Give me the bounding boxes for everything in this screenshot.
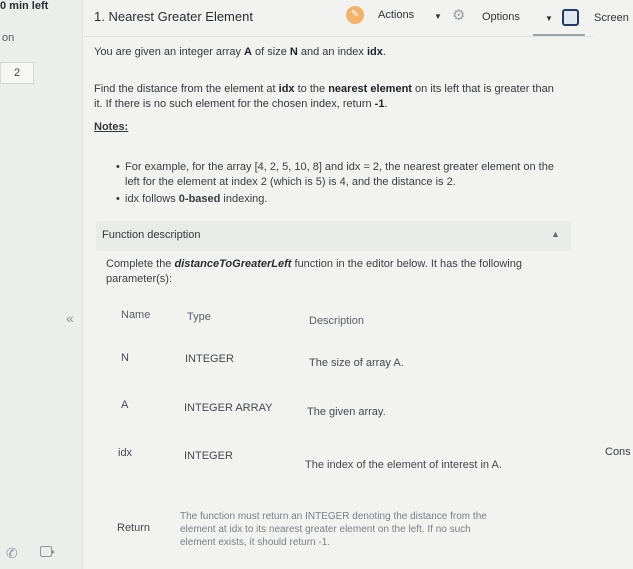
options-caret-icon[interactable]: ▼ xyxy=(545,14,553,23)
table-cell-type: INTEGER xyxy=(185,353,234,365)
problem-title: 1. Nearest Greater Element xyxy=(94,9,253,24)
intro-paragraph: You are given an integer array A of size… xyxy=(94,46,386,58)
table-cell-name: idx xyxy=(118,447,133,459)
notes-heading: Notes: xyxy=(94,121,129,133)
table-cell-name: N xyxy=(121,352,129,364)
header-divider xyxy=(83,36,633,37)
camera-icon[interactable] xyxy=(40,546,55,557)
function-description-header[interactable]: Function description ▲ xyxy=(96,221,571,251)
table-cell-return-description: The function must return an INTEGER deno… xyxy=(180,511,487,548)
table-cell-description: The index of the element of interest in … xyxy=(305,459,502,471)
table-cell-description: The given array. xyxy=(307,406,386,418)
note-item: For example, for the array [4, 2, 5, 10,… xyxy=(116,160,554,190)
table-header-type: Type xyxy=(187,311,211,323)
gear-icon[interactable]: ⚙ xyxy=(452,6,465,24)
options-menu[interactable]: Options xyxy=(482,11,520,23)
function-description-title: Function description xyxy=(102,229,201,241)
chevron-up-icon[interactable]: ▲ xyxy=(551,229,560,239)
function-description-text: Complete the distanceToGreaterLeft funct… xyxy=(106,258,522,285)
right-rail: Screen Cons xyxy=(593,0,633,569)
table-header-description: Description xyxy=(309,315,365,327)
table-cell-type: INTEGER xyxy=(184,450,233,462)
actions-caret-icon[interactable]: ▼ xyxy=(434,12,442,21)
edit-icon[interactable]: ✎ xyxy=(346,6,364,24)
timer: 0 min left xyxy=(0,0,49,12)
screen-share-icon[interactable] xyxy=(562,9,579,26)
rail-label: on xyxy=(2,32,15,44)
table-cell-type: INTEGER ARRAY xyxy=(184,402,273,414)
left-rail: 0 min left on 2 « ✆ xyxy=(0,0,83,569)
console-tab[interactable]: Cons xyxy=(605,446,631,458)
problem-panel: 1. Nearest Greater Element ✎ Actions ▼ ⚙… xyxy=(83,0,633,569)
actions-menu[interactable]: Actions xyxy=(378,9,414,21)
collapse-panel-icon[interactable]: « xyxy=(66,310,74,326)
table-cell-name: A xyxy=(121,399,129,411)
phone-icon[interactable]: ✆ xyxy=(6,545,18,562)
screen-label[interactable]: Screen xyxy=(594,12,629,24)
table-cell-description: The size of array A. xyxy=(309,357,404,369)
table-header-name: Name xyxy=(121,309,151,321)
task-paragraph: Find the distance from the element at id… xyxy=(94,83,554,110)
table-cell-return-label: Return xyxy=(117,522,151,534)
note-item: idx follows 0-based indexing. xyxy=(116,192,267,207)
question-number-button[interactable]: 2 xyxy=(0,62,34,84)
